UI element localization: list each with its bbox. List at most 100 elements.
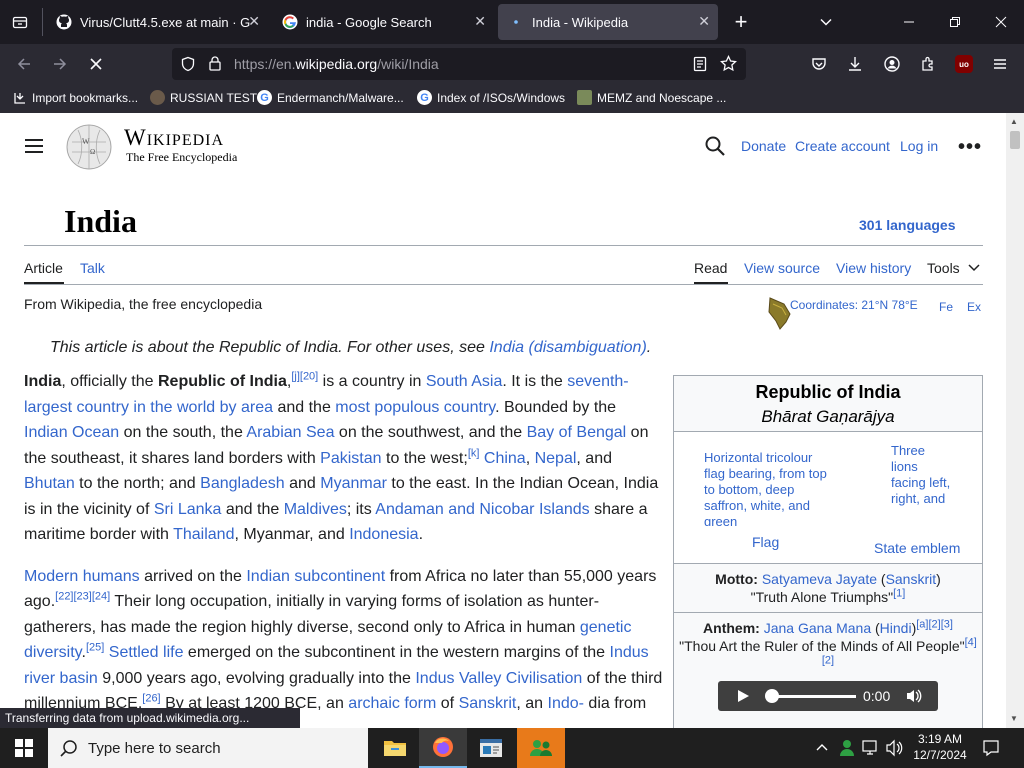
hindi-link[interactable]: Hindi: [880, 620, 912, 636]
log-in-link[interactable]: Log in: [900, 138, 938, 154]
article-link[interactable]: archaic form: [348, 695, 436, 712]
article-link[interactable]: Indus Valley Civilisation: [415, 670, 582, 687]
firefox-icon[interactable]: [419, 728, 467, 768]
state-emblem-link[interactable]: State emblem: [874, 540, 960, 556]
article-link[interactable]: Modern humans: [24, 568, 140, 585]
scrollbar-thumb[interactable]: [1010, 131, 1020, 149]
tab-google-search[interactable]: india - Google Search ✕: [272, 4, 494, 40]
article-link[interactable]: Nepal: [535, 450, 577, 467]
languages-button[interactable]: 301 languages: [859, 217, 956, 233]
bookmark-endermanch[interactable]: G Endermanch/Malware...: [257, 90, 404, 105]
anthem-link[interactable]: Jana Gana Mana: [764, 620, 871, 636]
article-link[interactable]: Sri Lanka: [154, 501, 222, 518]
audio-seek-slider[interactable]: [766, 695, 856, 698]
downloads-icon[interactable]: [839, 48, 871, 80]
article-link[interactable]: Arabian Sea: [246, 424, 334, 441]
citation-link[interactable]: [1]: [893, 587, 905, 599]
windows-start-icon[interactable]: [0, 728, 48, 768]
show-hidden-icons-chevron-icon[interactable]: [815, 740, 829, 759]
file-explorer-icon[interactable]: [371, 728, 419, 768]
article-link[interactable]: Indian subcontinent: [246, 568, 385, 585]
bookmark-memz[interactable]: MEMZ and Noescape ...: [577, 90, 726, 105]
bookmark-import[interactable]: Import bookmarks...: [12, 90, 138, 105]
extensions-icon[interactable]: [912, 48, 944, 80]
tab-wikipedia[interactable]: India - Wikipedia ✕: [498, 4, 718, 40]
search-icon[interactable]: [704, 135, 726, 162]
article-link[interactable]: China: [484, 450, 526, 467]
article-link[interactable]: Myanmar: [320, 475, 387, 492]
lock-icon[interactable]: [208, 55, 222, 76]
new-tab-plus-icon[interactable]: +: [718, 0, 764, 44]
article-link[interactable]: South Asia: [426, 373, 503, 390]
url-bar[interactable]: https://en.wikipedia.org/wiki/India: [172, 48, 746, 80]
create-account-link[interactable]: Create account: [795, 138, 890, 154]
article-link[interactable]: Sanskrit: [459, 695, 517, 712]
volume-icon[interactable]: [905, 688, 923, 707]
page-scrollbar[interactable]: ▲ ▼: [1006, 113, 1024, 728]
globe-map-icon[interactable]: [766, 296, 792, 335]
article-link[interactable]: Pakistan: [320, 450, 381, 467]
citation-link[interactable]: [k]: [468, 447, 480, 459]
citation-link[interactable]: [a][2][3]: [916, 618, 953, 630]
citation-link[interactable]: [26]: [142, 693, 160, 705]
article-link[interactable]: Bay of Bengal: [527, 424, 627, 441]
wikipedia-logo-icon[interactable]: WΩ: [64, 122, 114, 172]
disambiguation-link[interactable]: India (disambiguation): [489, 339, 646, 356]
list-tabs-chevron-icon[interactable]: [803, 0, 849, 44]
tab-view-source[interactable]: View source: [744, 260, 820, 276]
reader-view-icon[interactable]: [692, 56, 708, 77]
flag-image-placeholder[interactable]: Horizontal tricolour flag bearing, from …: [704, 450, 829, 526]
article-link[interactable]: Maldives: [284, 501, 347, 518]
bookmark-russian-test[interactable]: RUSSIAN TEST: [150, 90, 257, 105]
taskbar-search-box[interactable]: Type here to search: [48, 728, 368, 768]
tab-overview-icon[interactable]: [4, 6, 36, 38]
volume-icon[interactable]: [885, 739, 903, 762]
ublock-origin-icon[interactable]: uo: [948, 48, 980, 80]
tracking-shield-icon[interactable]: [180, 56, 196, 77]
pocket-icon[interactable]: [803, 48, 835, 80]
sanskrit-link[interactable]: Sanskrit: [886, 571, 937, 587]
article-link[interactable]: Indian Ocean: [24, 424, 119, 441]
citation-link[interactable]: [22][23][24]: [55, 591, 110, 603]
emblem-image-placeholder[interactable]: Three lions facing left, right, and: [891, 443, 951, 525]
tools-dropdown[interactable]: Tools: [927, 260, 980, 276]
seek-handle[interactable]: [765, 689, 779, 703]
play-icon[interactable]: [736, 689, 750, 706]
flag-caption-link[interactable]: Flag: [752, 534, 779, 550]
scroll-up-arrow-icon[interactable]: ▲: [1010, 117, 1018, 126]
tab-read[interactable]: Read: [694, 260, 727, 276]
app-people-icon[interactable]: [517, 728, 565, 768]
citation-link[interactable]: [25]: [86, 642, 104, 654]
clock[interactable]: 3:19 AM 12/7/2024: [910, 731, 970, 763]
close-tab-icon[interactable]: ✕: [248, 13, 260, 30]
menu-hamburger-icon[interactable]: [984, 48, 1016, 80]
tab-talk[interactable]: Talk: [80, 260, 105, 276]
app-window-icon[interactable]: [467, 728, 515, 768]
article-link[interactable]: Bhutan: [24, 475, 75, 492]
close-tab-icon[interactable]: ✕: [474, 13, 486, 30]
close-window-icon[interactable]: [978, 0, 1024, 44]
minimize-icon[interactable]: [886, 0, 932, 44]
network-icon[interactable]: [862, 739, 880, 762]
article-link[interactable]: Settled life: [109, 644, 184, 661]
article-link[interactable]: most populous country: [335, 399, 495, 416]
citation-link[interactable]: [j][20]: [291, 371, 318, 383]
close-tab-icon[interactable]: ✕: [698, 13, 710, 30]
notifications-icon[interactable]: [982, 739, 1000, 762]
stop-loading-icon[interactable]: [80, 48, 112, 80]
back-arrow-icon[interactable]: [8, 48, 40, 80]
coordinates-link[interactable]: Coordinates: 21°N 78°E: [790, 298, 918, 312]
article-link[interactable]: Indonesia: [349, 526, 418, 543]
forward-arrow-icon[interactable]: [44, 48, 76, 80]
article-link[interactable]: Thailand: [173, 526, 234, 543]
tray-people-icon[interactable]: [838, 738, 856, 763]
wikipedia-wordmark[interactable]: Wikipedia: [124, 125, 224, 151]
coord-extra-link[interactable]: Fe: [939, 300, 953, 314]
bookmark-star-icon[interactable]: [720, 54, 737, 77]
donate-link[interactable]: Donate: [741, 138, 786, 154]
tab-article[interactable]: Article: [24, 260, 63, 276]
restore-icon[interactable]: [932, 0, 978, 44]
main-menu-icon[interactable]: [24, 137, 44, 160]
article-link[interactable]: Indo-: [548, 695, 584, 712]
article-link[interactable]: Bangladesh: [200, 475, 285, 492]
